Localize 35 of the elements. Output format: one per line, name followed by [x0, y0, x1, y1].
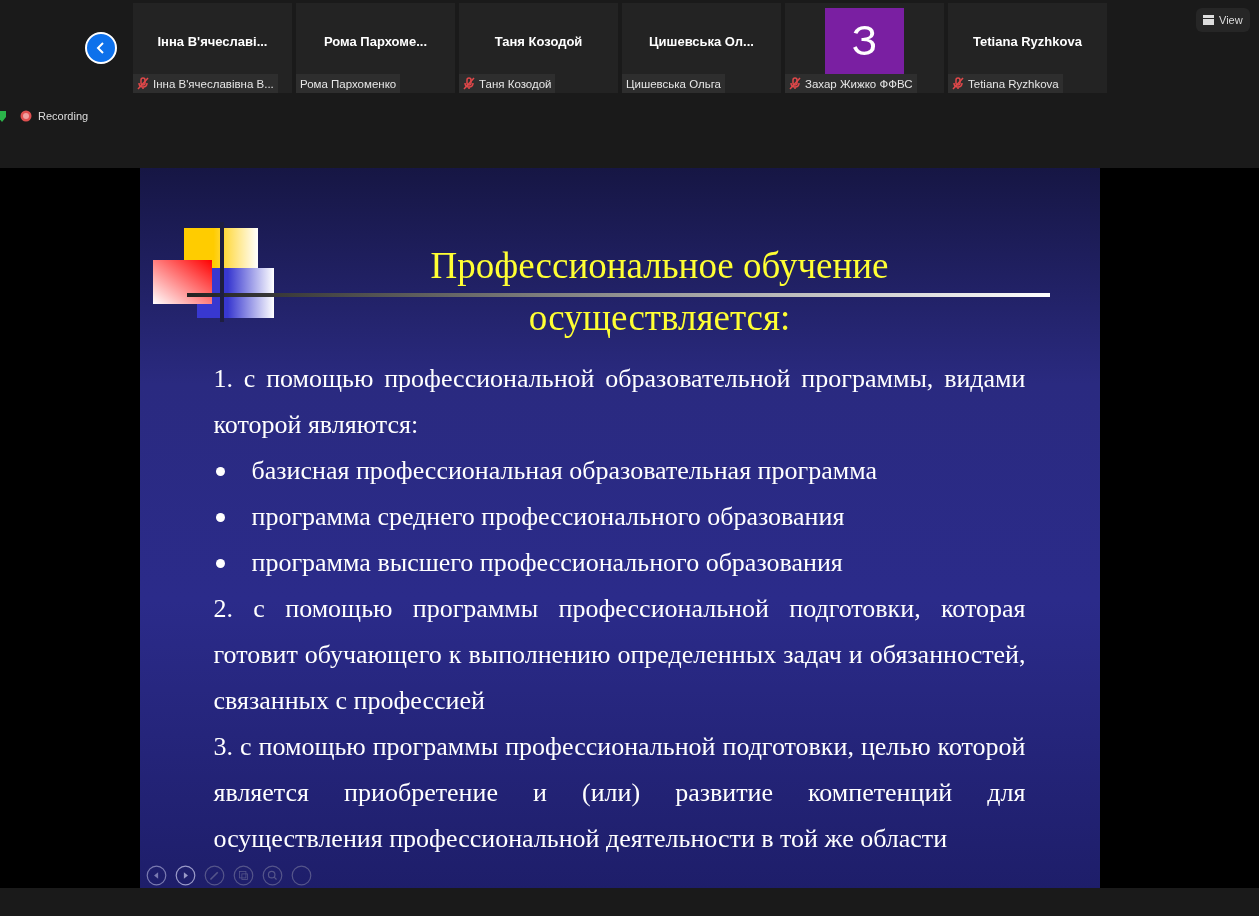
slide-paragraph: 2. с помощью программы профессиональной подготовки, которая готовит обучающего к выполнению определенных задач и обязанностей, связанных с профессией [213, 593, 1026, 717]
bullet-icon [215, 512, 225, 522]
slide-paragraph: 3. с помощью программы профессиональной подготовки, целью которой является приобретение и (или) развитие компетенций для осуществления профессиональной деятельности в той же области [213, 731, 1026, 855]
back-button[interactable] [85, 32, 117, 64]
participant-label: Цишевська Ольга [626, 77, 721, 90]
participant-label: Рома Пархоменко [300, 77, 397, 90]
participant-name: Рома Пархоме... [323, 34, 428, 49]
participant-label: Інна В'ячеславівна В... [153, 77, 274, 90]
view-button[interactable]: View [1196, 8, 1250, 32]
participant-label: Захар Жижко ФФВС [805, 77, 913, 90]
pen-icon[interactable] [203, 865, 225, 886]
bullet-icon [215, 466, 225, 476]
participant-name: Таня Козодой [494, 34, 583, 49]
participant-name: Цишевська Ол... [649, 34, 754, 49]
record-dot-icon [20, 110, 32, 122]
zoom-icon[interactable] [261, 865, 283, 886]
participant-label: Таня Козодой [479, 77, 552, 90]
slide-title: Профессиональное обучение [430, 244, 889, 288]
slide-title: осуществляется: [528, 296, 791, 340]
participant-name: Tetiana Ryzhkova [973, 34, 1082, 49]
next-icon[interactable] [174, 865, 196, 886]
avatar-initial: З [825, 8, 904, 74]
slide-paragraph: 1. с помощью профессиональной образовательной программы, видами которой являются: [213, 363, 1026, 441]
shield-icon [0, 110, 6, 122]
slides-icon[interactable] [232, 865, 254, 886]
more-icon[interactable] [290, 865, 312, 886]
participant-label: Tetiana Ryzhkova [968, 77, 1059, 90]
bullet-text: программа среднего профессионального образования [251, 501, 845, 533]
bullet-text: базисная профессиональная образовательная программа [251, 455, 877, 487]
bullet-icon [215, 558, 225, 568]
grid-icon [1203, 15, 1214, 25]
previous-icon[interactable] [145, 865, 167, 886]
recording-label: Recording [38, 110, 89, 122]
participant-name: Інна В'ячеславі... [157, 34, 268, 49]
bullet-text: программа высшего профессионального образования [251, 547, 843, 579]
